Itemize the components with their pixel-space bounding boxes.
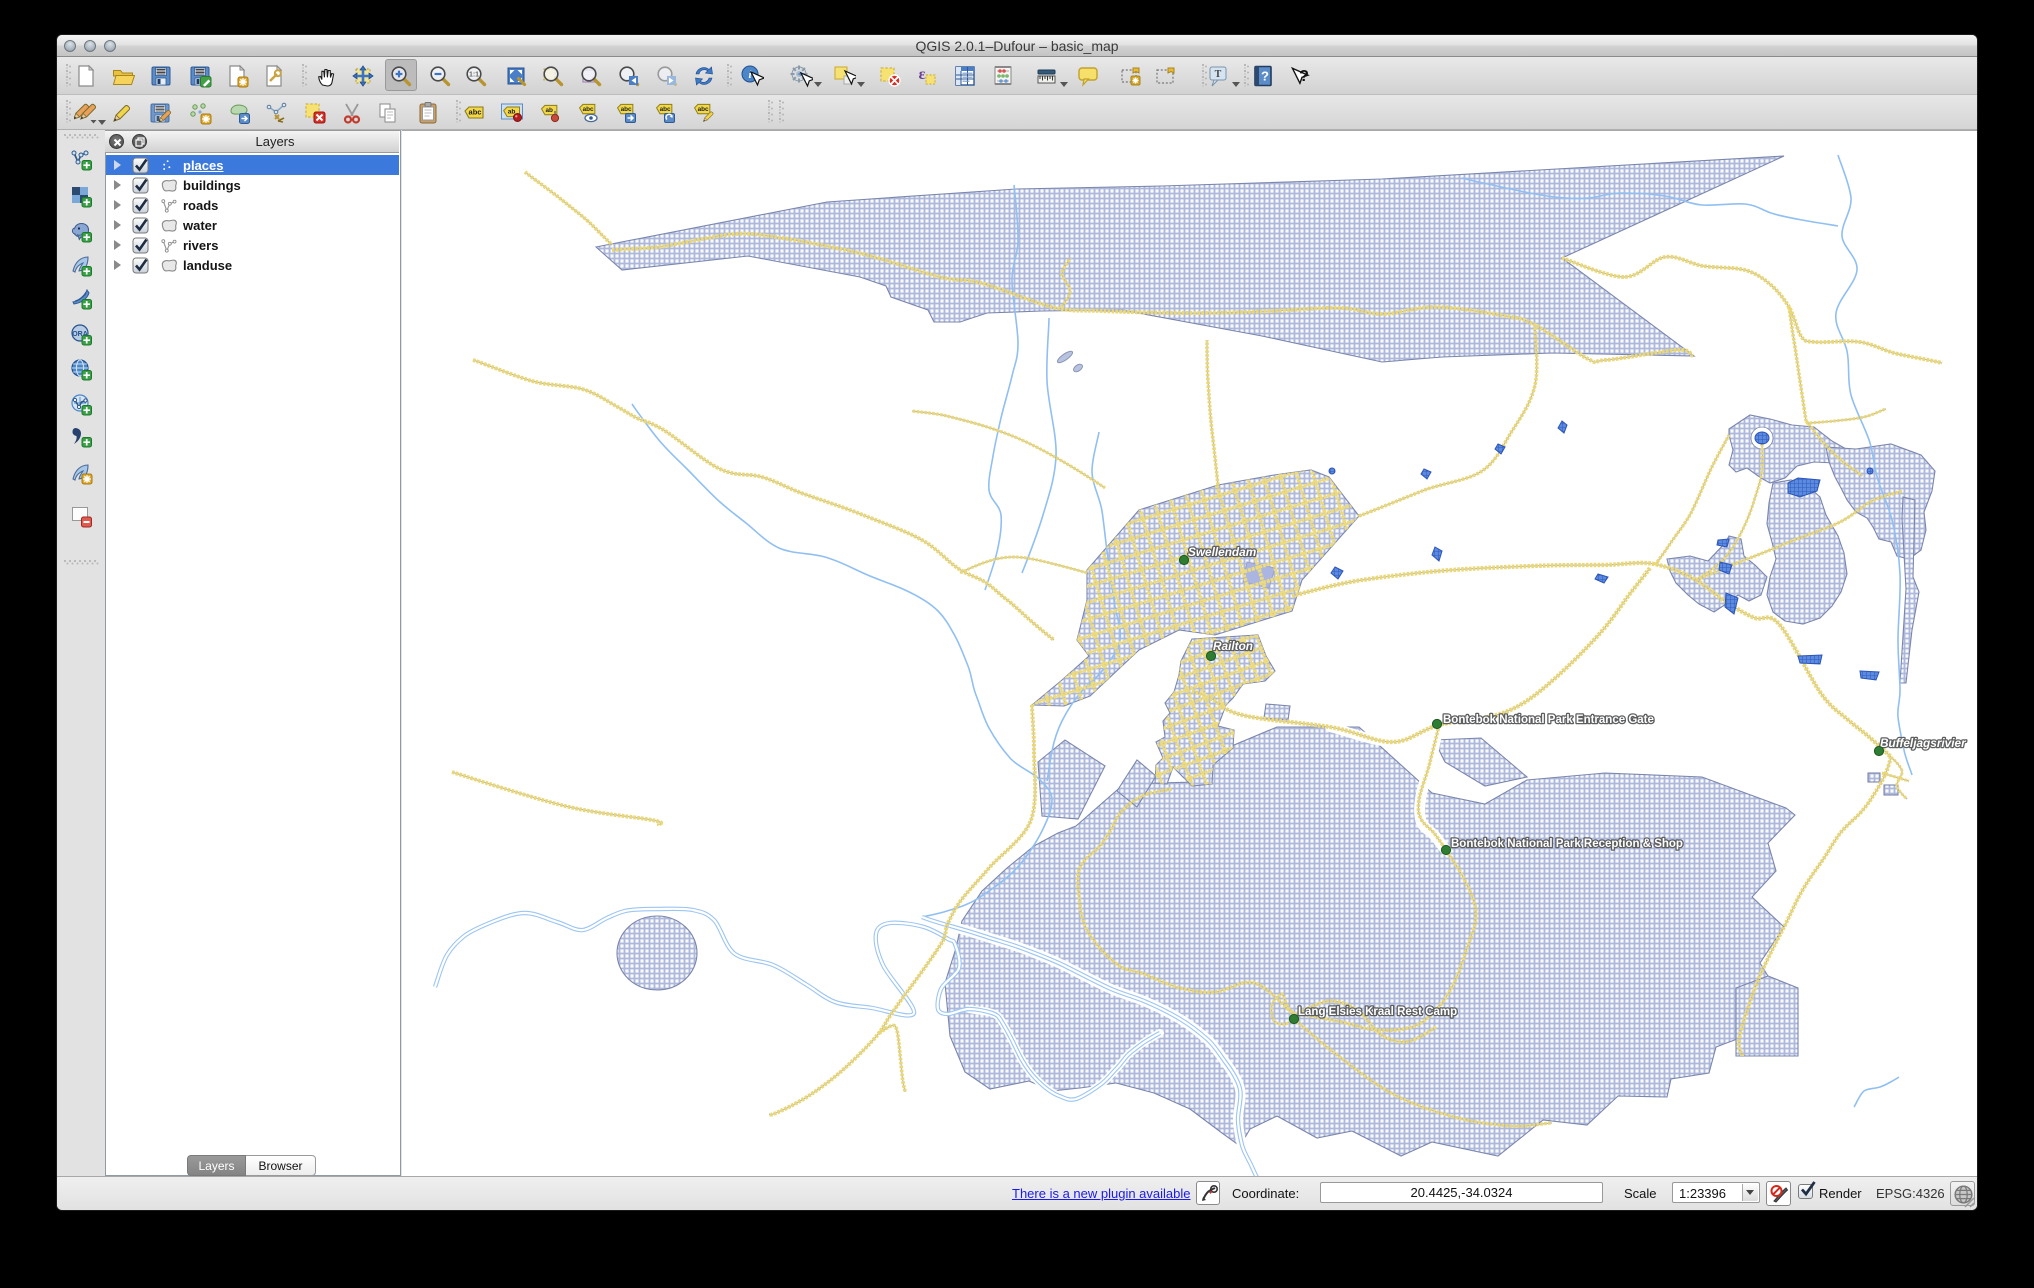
svg-text:1:1: 1:1 bbox=[469, 72, 479, 79]
svg-text:abc: abc bbox=[469, 107, 482, 116]
svg-text:T: T bbox=[1215, 69, 1222, 80]
svg-text:ab: ab bbox=[545, 106, 553, 113]
svg-text:?: ? bbox=[1299, 68, 1309, 85]
svg-text:abc: abc bbox=[697, 105, 708, 112]
svg-text:Bontebok National Park Entranc: Bontebok National Park Entrance Gate bbox=[1443, 714, 1654, 726]
svg-text:abc: abc bbox=[621, 105, 632, 112]
svg-text:Buffeljagsrivier: Buffeljagsrivier bbox=[1880, 736, 1967, 750]
svg-text:ε: ε bbox=[919, 66, 926, 83]
svg-text:Lang Elsies Kraal Rest Camp: Lang Elsies Kraal Rest Camp bbox=[1298, 1006, 1457, 1018]
svg-text:abc: abc bbox=[583, 105, 594, 112]
svg-text:?: ? bbox=[1261, 69, 1269, 84]
svg-text:Bontebok National Park Recepti: Bontebok National Park Reception & Shop bbox=[1451, 838, 1683, 850]
svg-text:Railton: Railton bbox=[1213, 639, 1253, 653]
svg-text:Swellendam: Swellendam bbox=[1188, 545, 1256, 559]
svg-text:abc: abc bbox=[659, 105, 670, 112]
